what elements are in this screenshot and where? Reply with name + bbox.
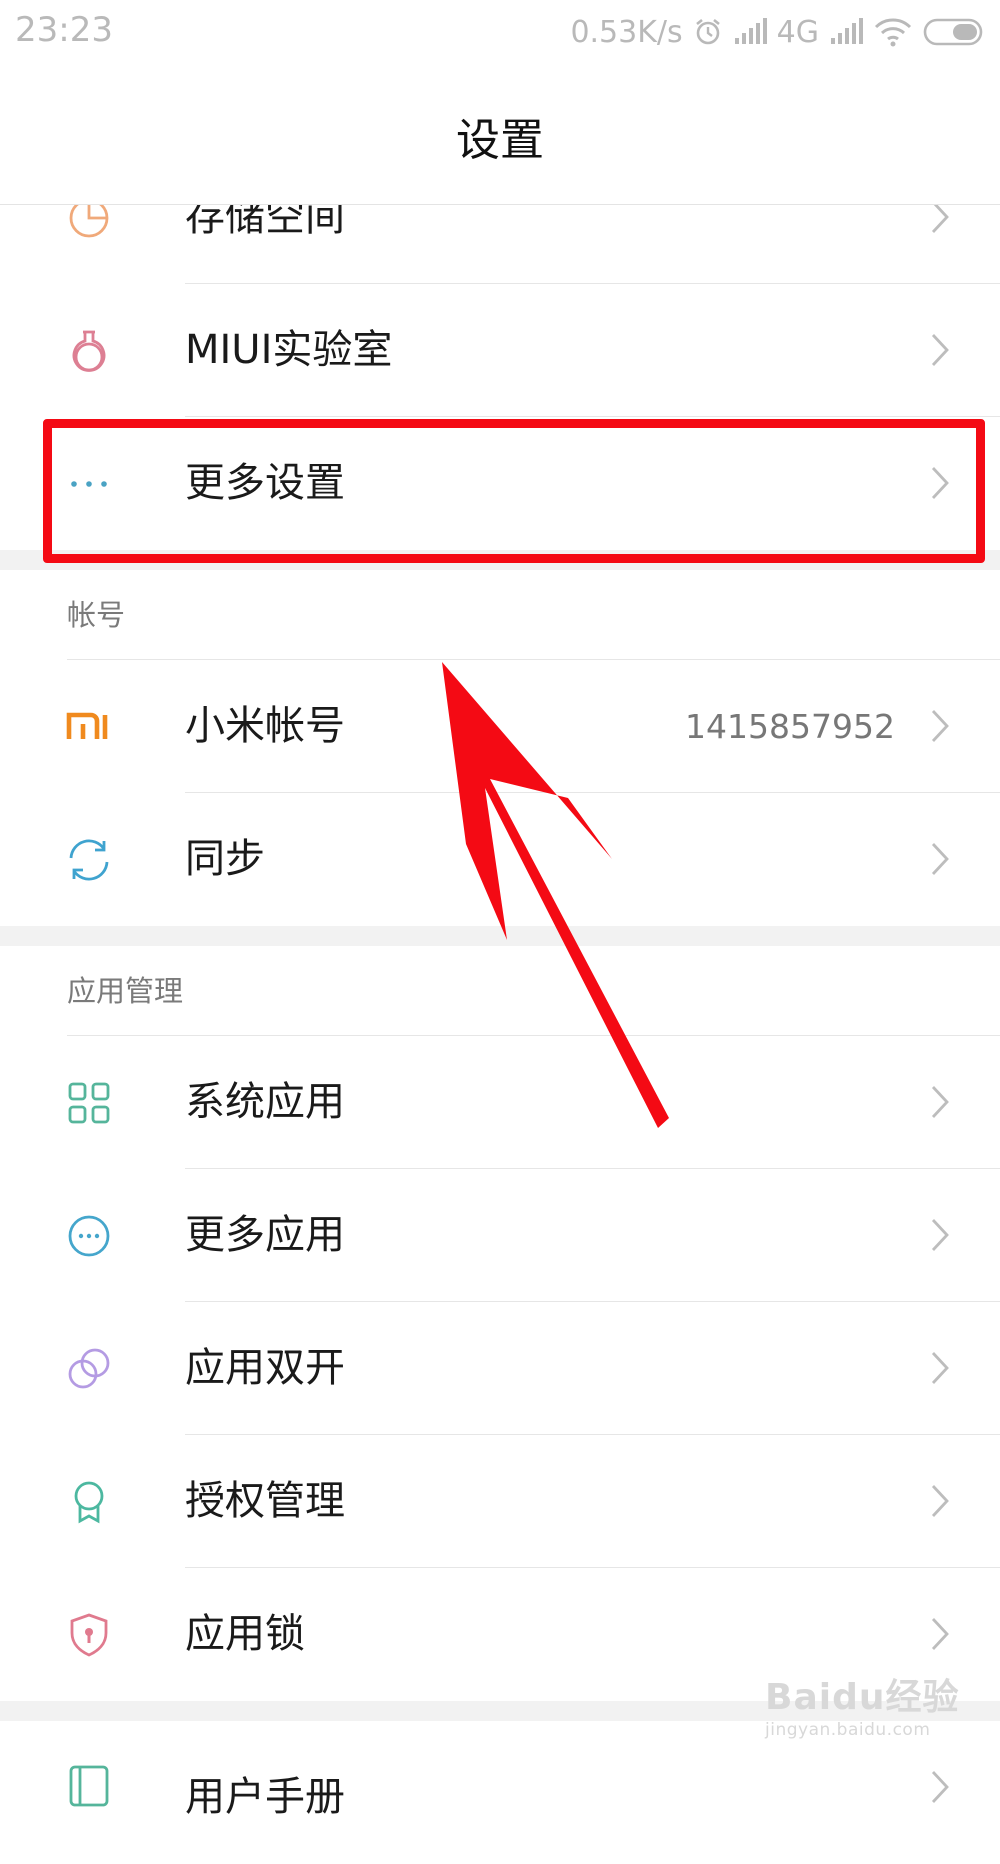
section-header-account: 帐号 [0, 570, 1000, 660]
chevron-right-icon [930, 332, 950, 368]
row-permissions[interactable]: 授权管理 [0, 1435, 1000, 1568]
chevron-right-icon [930, 708, 950, 744]
wifi-icon [873, 17, 913, 47]
sync-icon [66, 837, 112, 883]
row-label: 应用锁 [185, 1611, 305, 1657]
alarm-icon [693, 17, 723, 47]
status-bar-overlay: 23:23 0.53K/s 4G [0, 0, 1000, 64]
row-label: 用户手册 [185, 1774, 345, 1820]
chevron-right-icon [930, 841, 950, 877]
row-label: 小米帐号 [185, 703, 345, 749]
row-label: 系统应用 [185, 1079, 345, 1125]
chevron-right-icon [930, 1483, 950, 1519]
network-type: 4G [776, 14, 819, 50]
row-more-apps[interactable]: 更多应用 [0, 1169, 1000, 1302]
row-label: 同步 [185, 836, 265, 882]
section-header-app-management: 应用管理 [0, 946, 1000, 1036]
net-speed: 0.53K/s [570, 14, 683, 50]
account-id: 1415857952 [685, 707, 895, 746]
page-title: 设置 [456, 115, 544, 166]
signal-icon [733, 18, 767, 46]
signal-icon [829, 18, 863, 46]
status-icons: 0.53K/s 4G [570, 10, 985, 54]
row-system-apps[interactable]: 系统应用 [0, 1036, 1000, 1169]
row-mi-account[interactable]: 小米帐号 1415857952 [0, 660, 1000, 793]
row-sync[interactable]: 同步 [0, 793, 1000, 926]
row-label: 应用双开 [185, 1345, 345, 1391]
watermark-logo: Baidu经验 [765, 1677, 960, 1718]
chevron-right-icon [930, 1084, 950, 1120]
row-label: MIUI实验室 [185, 327, 393, 373]
status-time: 23:23 [15, 10, 113, 50]
manual-icon [66, 1763, 112, 1809]
chevron-right-icon [930, 1217, 950, 1253]
app-lock-icon [66, 1612, 112, 1658]
section-title: 帐号 [67, 598, 126, 632]
grid-apps-icon [66, 1080, 112, 1126]
row-label: 更多应用 [185, 1212, 345, 1258]
permission-icon [66, 1479, 112, 1525]
row-dual-apps[interactable]: 应用双开 [0, 1302, 1000, 1435]
flask-icon [66, 328, 112, 374]
more-apps-icon [66, 1213, 112, 1259]
battery-icon [923, 17, 985, 47]
header-divider [0, 204, 1000, 205]
chevron-right-icon [930, 1350, 950, 1386]
mi-logo-icon [66, 704, 112, 750]
dual-apps-icon [66, 1346, 112, 1392]
row-miui-lab[interactable]: MIUI实验室 [0, 284, 1000, 417]
row-label: 授权管理 [185, 1478, 345, 1524]
highlight-box [43, 419, 985, 563]
chevron-right-icon [930, 1616, 950, 1652]
chevron-right-icon [930, 1769, 950, 1805]
section-title: 应用管理 [67, 974, 184, 1008]
watermark: Baidu经验 jingyan.baidu.com [765, 1668, 975, 1754]
section-gap [0, 926, 1000, 946]
watermark-url: jingyan.baidu.com [765, 1720, 931, 1740]
